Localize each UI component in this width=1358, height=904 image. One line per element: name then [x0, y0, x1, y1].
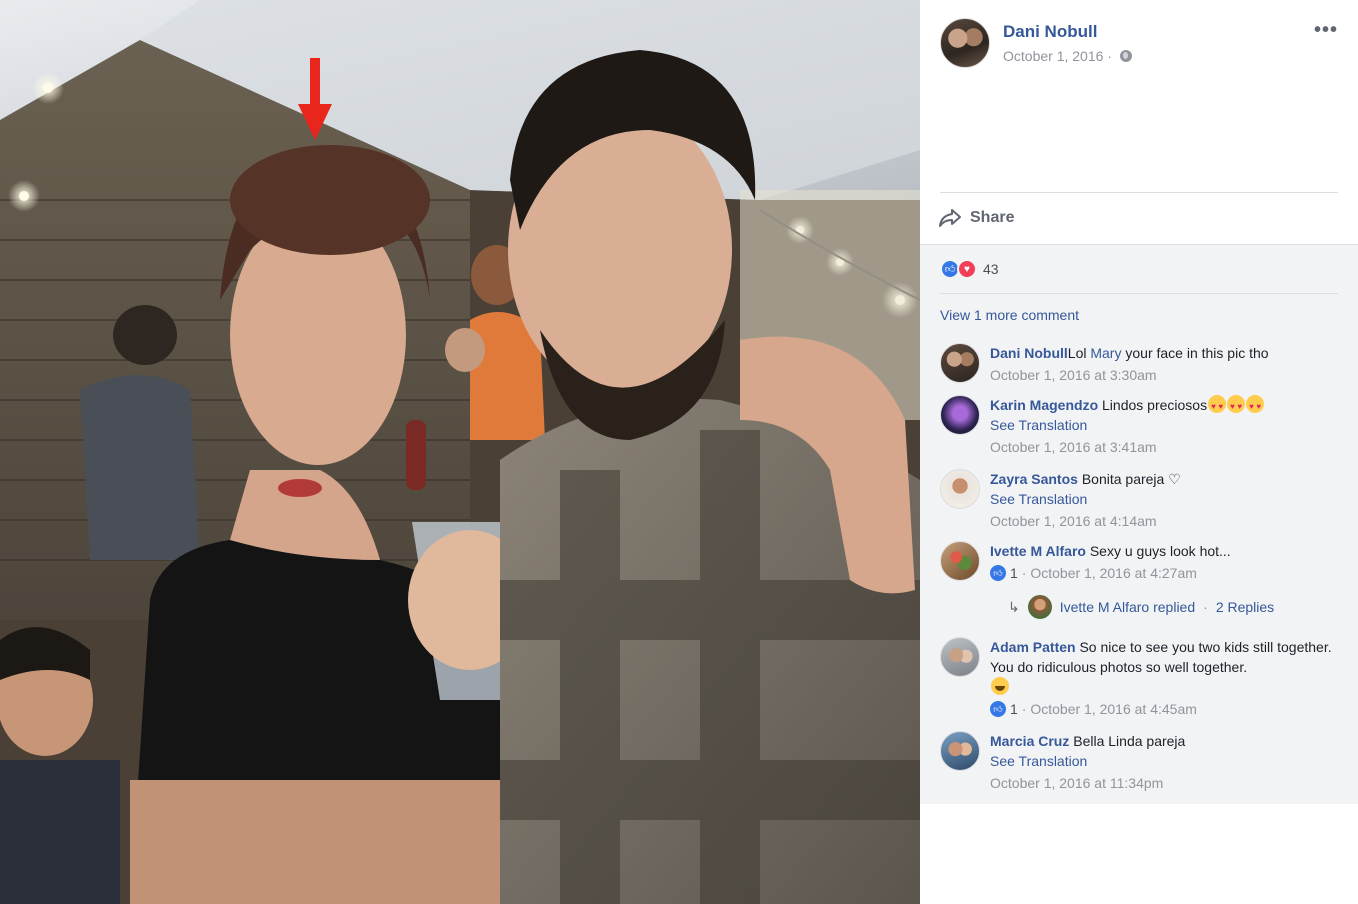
comment-like-summary[interactable]: 👍︎ 1 · October 1, 2016 at 4:45am — [990, 699, 1346, 719]
commenter-avatar[interactable] — [940, 469, 980, 509]
comment-text: your face in this pic tho — [1121, 345, 1269, 361]
comment-timestamp[interactable]: · October 1, 2016 at 4:45am — [1022, 699, 1197, 719]
comment-like-summary[interactable]: 👍︎ 1 · October 1, 2016 at 4:27am — [990, 563, 1346, 583]
comment-text: Bella Linda pareja — [1069, 733, 1186, 749]
see-translation-link[interactable]: See Translation — [990, 751, 1346, 771]
emoji-line — [990, 677, 1346, 697]
view-more-comments-link[interactable]: View 1 more comment — [940, 307, 1079, 323]
post-header: Dani Nobull October 1, 2016 · ••• — [940, 18, 1338, 70]
reaction-count: 43 — [983, 261, 999, 277]
commenter-avatar[interactable] — [940, 637, 980, 677]
commenter-name[interactable]: Dani Nobull — [990, 345, 1068, 361]
divider — [940, 192, 1338, 193]
comment-timestamp[interactable]: October 1, 2016 at 3:41am — [990, 437, 1346, 457]
comment-timestamp[interactable]: October 1, 2016 at 4:14am — [990, 511, 1346, 531]
commenter-name[interactable]: Zayra Santos — [990, 471, 1078, 487]
share-button[interactable]: Share — [938, 204, 1014, 232]
comment-text: Sexy u guys look hot... — [1085, 543, 1231, 559]
comment-like-count: 1 — [1010, 701, 1018, 717]
share-label: Share — [970, 209, 1015, 226]
heart-eyes-emoji-icon — [1208, 395, 1227, 417]
comment-text: Lol — [1067, 345, 1091, 361]
comment-body: Karin Magendzo Lindos preciosos See Tran… — [990, 395, 1346, 457]
heart-eyes-emoji-icon — [1246, 395, 1265, 417]
replies-summary[interactable]: ↳ Ivette M Alfaro replied · 2 Replies — [1008, 595, 1274, 619]
commenter-avatar[interactable] — [940, 395, 980, 435]
comments-section: 👍︎ ♥ 43 View 1 more comment Dani NobullL… — [920, 244, 1358, 804]
comment-body: Zayra Santos Bonita pareja ♡ See Transla… — [990, 469, 1346, 531]
comment-body: Dani NobullLol Mary your face in this pi… — [990, 343, 1346, 385]
grinning-emoji-icon — [991, 677, 1009, 695]
comment-timestamp[interactable]: October 1, 2016 at 3:30am — [990, 365, 1346, 385]
divider — [940, 293, 1338, 294]
see-translation-link[interactable]: See Translation — [990, 489, 1346, 509]
reply-arrow-icon: ↳ — [1008, 598, 1020, 615]
commenter-avatar[interactable] — [940, 541, 980, 581]
share-icon — [939, 209, 961, 227]
author-name-link[interactable]: Dani Nobull — [1003, 22, 1097, 42]
like-icon: 👍︎ — [990, 701, 1006, 717]
author-avatar[interactable] — [940, 18, 990, 68]
comment-like-count: 1 — [1010, 565, 1018, 581]
see-translation-link[interactable]: See Translation — [990, 415, 1346, 435]
post-photo[interactable] — [0, 0, 920, 904]
heart-eyes-emoji-icon — [1227, 395, 1246, 417]
post-sidebar: Dani Nobull October 1, 2016 · ••• Share … — [920, 0, 1358, 904]
commenter-name[interactable]: Ivette M Alfaro — [990, 543, 1086, 559]
replier-name[interactable]: Ivette M Alfaro replied — [1060, 599, 1195, 615]
reply-count-link[interactable]: 2 Replies — [1216, 599, 1274, 615]
globe-icon — [1119, 50, 1132, 62]
comment-timestamp[interactable]: October 1, 2016 at 11:34pm — [990, 773, 1346, 793]
love-reaction-icon: ♥ — [957, 259, 977, 279]
commenter-name[interactable]: Adam Patten — [990, 639, 1076, 655]
like-icon: 👍︎ — [990, 565, 1006, 581]
comment-timestamp[interactable]: · October 1, 2016 at 4:27am — [1022, 563, 1197, 583]
party-photo-image — [0, 0, 920, 904]
reply-separator: · — [1203, 599, 1208, 615]
comment-body: Marcia Cruz Bella Linda pareja See Trans… — [990, 731, 1346, 793]
post-date[interactable]: October 1, 2016 · — [1003, 48, 1112, 64]
comment-text: Bonita pareja ♡ — [1077, 471, 1181, 487]
commenter-name[interactable]: Karin Magendzo — [990, 397, 1098, 413]
comment-body: Ivette M Alfaro Sexy u guys look hot... … — [990, 541, 1346, 583]
commenter-name[interactable]: Marcia Cruz — [990, 733, 1069, 749]
more-options-icon[interactable]: ••• — [1314, 20, 1338, 40]
replier-avatar — [1027, 595, 1052, 619]
commenter-avatar[interactable] — [940, 731, 980, 771]
comment-text: Lindos preciosos — [1098, 397, 1208, 413]
commenter-avatar[interactable] — [940, 343, 980, 383]
post-meta: October 1, 2016 · — [1003, 48, 1132, 64]
comment-body: Adam Patten So nice to see you two kids … — [990, 637, 1346, 719]
reactions-summary[interactable]: 👍︎ ♥ 43 — [940, 259, 999, 279]
mention-link[interactable]: Mary — [1090, 345, 1121, 361]
